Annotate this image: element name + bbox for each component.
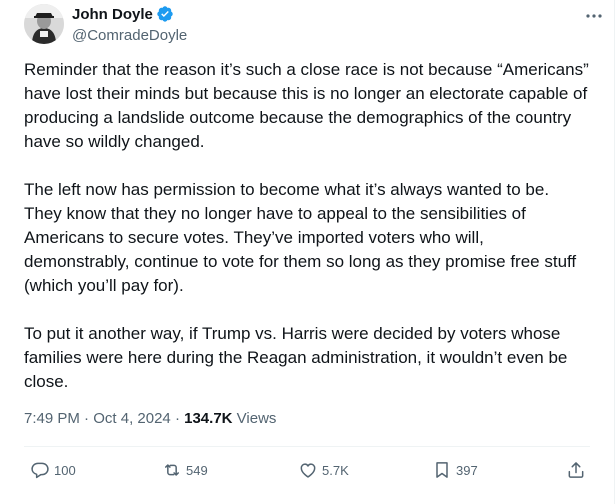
avatar-image [24,4,64,44]
repost-count: 549 [186,462,208,478]
tweet-meta: 7:49 PM · Oct 4, 2024 · 134.7K Views [24,409,276,429]
repost-button[interactable]: 549 [162,456,208,484]
heart-icon [300,463,316,478]
share-button[interactable] [566,456,590,484]
bookmark-button[interactable]: 397 [432,456,478,484]
action-bar: 100 549 5.7K 397 [24,456,590,484]
meta-separator: · [84,410,90,427]
tweet-text: Reminder that the reason it’s such a clo… [24,58,590,418]
verified-badge-icon[interactable] [156,5,174,23]
like-button[interactable]: 5.7K [298,456,349,484]
tweet-paragraph: Reminder that the reason it’s such a clo… [24,60,589,151]
tweet-paragraph: The left now has permission to become wh… [24,180,577,295]
avatar[interactable] [24,4,64,44]
tweet-date[interactable]: Oct 4, 2024 [93,410,171,427]
views-label: Views [236,410,277,427]
reply-count: 100 [54,462,76,478]
divider [24,446,590,447]
reply-icon [31,462,49,479]
tweet-paragraph: To put it another way, if Trump vs. Harr… [24,324,568,391]
reply-button[interactable]: 100 [30,456,76,484]
author-names: John Doyle @ComradeDoyle [72,4,187,46]
tweet-container: John Doyle @ComradeDoyle Reminder that t… [0,0,615,504]
more-icon[interactable] [584,6,604,26]
like-count: 5.7K [322,462,349,478]
meta-separator: · [174,410,180,427]
display-row: John Doyle [72,4,187,24]
tweet-time[interactable]: 7:49 PM [24,410,80,427]
handle[interactable]: @ComradeDoyle [72,26,187,46]
bookmark-count: 397 [456,462,478,478]
views-count: 134.7K [184,410,233,427]
repost-icon [165,464,179,476]
share-icon [568,462,584,478]
bookmark-icon [436,462,448,478]
display-name[interactable]: John Doyle [72,6,153,23]
tweet-header: John Doyle @ComradeDoyle [24,4,604,48]
